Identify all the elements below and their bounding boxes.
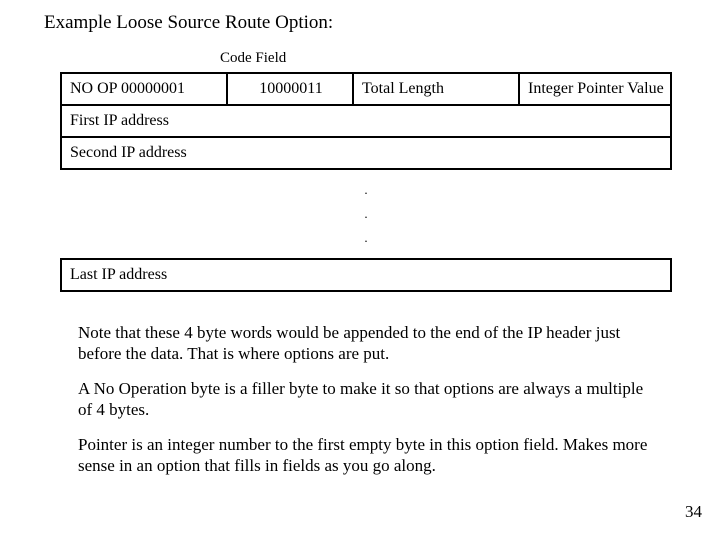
cell-length: Total Length [354,74,520,104]
paragraph: A No Operation byte is a filler byte to … [78,378,658,421]
dot: . [60,226,672,250]
cell-code: 10000011 [228,74,354,104]
paragraph: Note that these 4 byte words would be ap… [78,322,658,365]
ellipsis-dots: . . . [60,178,672,250]
cell-noop: NO OP 00000001 [62,74,228,104]
table-row: Last IP address [60,258,672,292]
table-row: Second IP address [60,136,672,170]
paragraph: Pointer is an integer number to the firs… [78,434,658,477]
cell-first-ip: First IP address [62,106,670,136]
cell-pointer: Integer Pointer Value [520,74,670,104]
cell-second-ip: Second IP address [62,138,670,168]
page-title: Example Loose Source Route Option: [44,12,333,34]
cell-last-ip: Last IP address [62,260,670,290]
code-field-label: Code Field [220,50,286,67]
dot: . [60,202,672,226]
option-table: NO OP 00000001 10000011 Total Length Int… [60,72,672,170]
table-row: First IP address [60,104,672,136]
last-row-container: Last IP address [60,258,672,292]
page-number: 34 [685,502,702,522]
table-header-row: NO OP 00000001 10000011 Total Length Int… [60,72,672,104]
dot: . [60,178,672,202]
